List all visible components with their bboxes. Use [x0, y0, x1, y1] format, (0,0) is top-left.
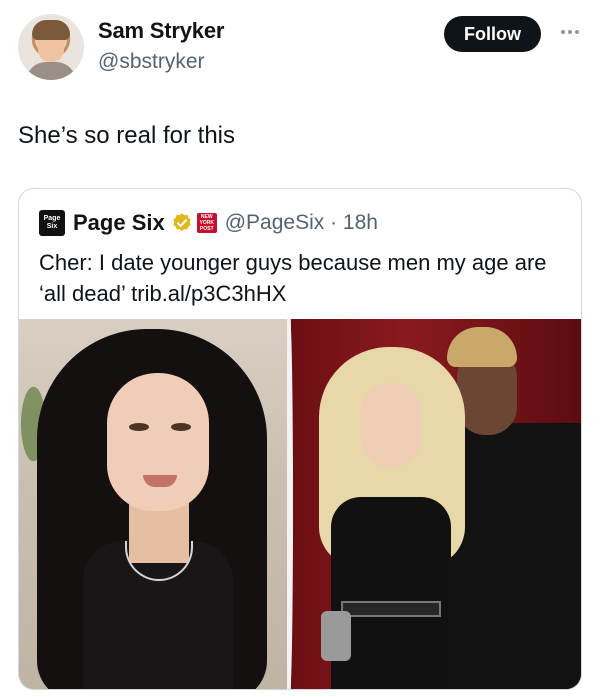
post-text: She’s so real for this	[18, 122, 235, 149]
photo-couple[interactable]	[291, 319, 581, 689]
dot	[568, 30, 572, 34]
more-options-icon[interactable]	[556, 22, 584, 42]
quoted-post-media[interactable]	[19, 319, 581, 689]
clutch-bag	[321, 611, 351, 661]
portrait-eye	[129, 423, 149, 431]
verified-badge-icon	[173, 213, 191, 231]
quoted-post-header: Page Six Page Six NEW YORK POST @PageSix…	[39, 207, 378, 239]
woman-face	[361, 383, 421, 467]
photo-divider	[287, 319, 293, 689]
portrait-face	[107, 373, 209, 511]
author-name[interactable]: Sam Stryker	[98, 18, 224, 44]
follow-button[interactable]: Follow	[444, 16, 541, 52]
author-handle[interactable]: @sbstryker	[98, 50, 205, 74]
quoted-post-text: Cher: I date younger guys because men my…	[39, 250, 547, 306]
post-header: Sam Stryker @sbstryker Follow	[0, 0, 600, 100]
photo-portrait[interactable]	[19, 319, 291, 689]
quoted-handle-time[interactable]: @PageSix · 18h	[225, 211, 378, 235]
affiliate-badge-icon: NEW YORK POST	[196, 213, 217, 233]
dot	[575, 30, 579, 34]
portrait-eye	[171, 423, 191, 431]
quoted-post-card[interactable]: Page Six Page Six NEW YORK POST @PageSix…	[18, 188, 582, 690]
belt	[341, 601, 441, 617]
page-six-logo-icon[interactable]: Page Six	[39, 210, 65, 236]
black-outfit	[331, 497, 451, 689]
dot	[561, 30, 565, 34]
author-avatar[interactable]	[18, 14, 84, 80]
avatar-shirt	[26, 62, 76, 80]
man-hair	[447, 327, 517, 367]
avatar-hair	[32, 20, 70, 40]
quoted-author-name[interactable]: Page Six	[73, 210, 165, 236]
